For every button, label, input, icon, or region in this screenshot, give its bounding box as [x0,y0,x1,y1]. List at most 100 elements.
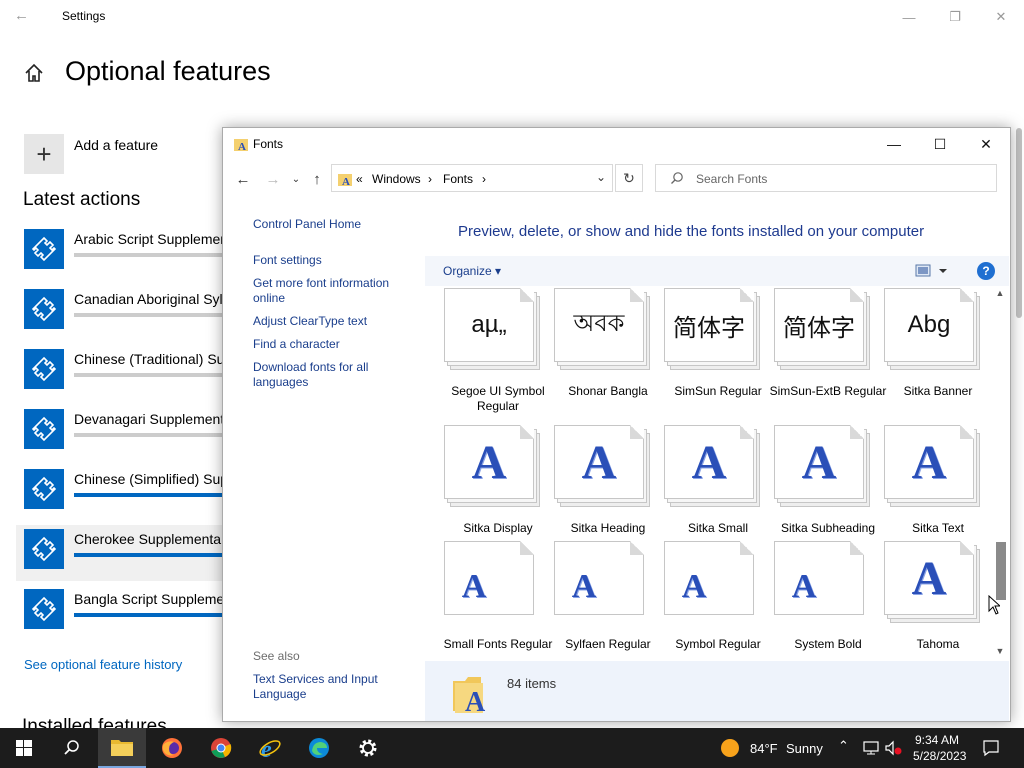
add-feature-button[interactable]: Add a feature [74,137,158,153]
fonts-close-button[interactable]: ✕ [963,131,1009,157]
font-preview: Abg [907,311,951,338]
font-settings-link[interactable]: Font settings [253,253,413,268]
font-preview: A [471,435,507,489]
puzzle-piece-icon [24,529,64,569]
search-taskbar-button[interactable] [48,728,96,768]
windows-logo-icon [16,740,32,756]
control-panel-home-link[interactable]: Control Panel Home [253,217,413,232]
address-fonts-icon: A [338,174,352,187]
chrome-icon [211,738,232,758]
clock-date[interactable]: 5/28/2023 [913,749,966,763]
feature-item[interactable]: Arabic Script Supplemen [16,225,264,281]
latest-actions-heading: Latest actions [23,189,141,210]
back-arrow-icon[interactable]: ← [14,7,34,25]
scroll-down-icon[interactable]: ▼ [993,646,1007,660]
internet-explorer-taskbar-button[interactable]: e [246,728,294,768]
font-thumbnail-icon: A [884,541,982,623]
feature-item[interactable]: Chinese (Simplified) Sup [16,465,264,521]
search-box[interactable]: Search Fonts [655,164,997,192]
fonts-folder-large-icon: A [453,677,486,715]
show-hidden-icons-chevron-icon[interactable]: ⌃ [838,738,849,754]
scroll-thumb[interactable] [996,542,1006,600]
find-character-link[interactable]: Find a character [253,337,413,352]
search-input[interactable]: Search Fonts [696,172,767,186]
address-bar[interactable]: A « Windows › Fonts › ⌄ [331,164,613,192]
volume-muted-icon[interactable] [884,740,902,756]
internet-explorer-icon: e [259,737,281,760]
taskbar: e 84°F Sunny ⌃ 9:34 AM 5/28/2023 [0,728,1024,768]
address-separator-icon[interactable]: › [428,172,432,186]
feature-name: Chinese (Simplified) Sup [74,471,229,487]
puzzle-piece-icon [24,349,64,389]
settings-taskbar-button[interactable] [344,728,392,768]
add-feature-icon[interactable]: + [24,134,64,174]
scroll-up-icon[interactable]: ▲ [993,288,1007,302]
svg-text:A: A [238,141,246,152]
settings-title: Settings [62,9,106,23]
font-thumbnail-icon: A [884,425,982,507]
more-font-info-link[interactable]: Get more font information online [253,276,413,306]
text-services-link[interactable]: Text Services and Input Language [253,672,413,702]
font-thumbnail-icon: aµ„ [444,288,542,370]
chrome-taskbar-button[interactable] [197,728,245,768]
forward-button[interactable]: → [262,168,284,190]
font-thumbnail-icon: A [664,541,762,623]
feature-item[interactable]: Devanagari Supplement [16,405,264,461]
font-preview: A [801,435,837,489]
feature-item[interactable]: Bangla Script Supplemen [16,585,264,641]
font-thumbnail-icon: A [664,425,762,507]
back-button[interactable]: ← [232,168,254,190]
minimize-button[interactable]: — [886,4,932,30]
weather-temperature[interactable]: 84°F [750,741,778,756]
feature-name: Chinese (Traditional) Sup [74,351,233,367]
font-preview: A [791,568,817,605]
address-dropdown-icon[interactable]: ⌄ [596,170,606,184]
organize-button[interactable]: Organize ▾ [443,264,501,278]
start-button[interactable] [0,728,48,768]
address-overflow[interactable]: « [356,172,363,186]
feature-history-link[interactable]: See optional feature history [24,657,182,672]
font-preview: A [691,435,727,489]
address-segment-fonts[interactable]: Fonts [443,172,473,186]
notifications-icon[interactable] [982,739,1000,757]
feature-item[interactable]: Cherokee Supplemental [16,525,264,581]
fonts-minimize-button[interactable]: — [871,131,917,157]
firefox-taskbar-button[interactable] [148,728,196,768]
settings-scrollbar[interactable] [1016,128,1022,318]
puzzle-piece-icon [24,469,64,509]
feature-item[interactable]: Chinese (Traditional) Sup [16,345,264,401]
view-options-icon[interactable] [915,263,949,279]
clock-time[interactable]: 9:34 AM [915,733,959,747]
edge-icon [309,738,329,758]
content-heading: Preview, delete, or show and hide the fo… [458,223,925,240]
gear-icon [359,739,377,757]
home-icon[interactable] [23,62,45,84]
address-separator-icon[interactable]: › [482,172,486,186]
puzzle-piece-icon [24,409,64,449]
feature-item[interactable]: Canadian Aboriginal Syll [16,285,264,341]
recent-locations-chevron-icon[interactable]: ⌄ [285,168,307,190]
network-icon[interactable] [862,740,880,756]
details-pane: A 84 items [425,661,1009,721]
address-segment-windows[interactable]: Windows [372,172,421,186]
font-thumbnail-icon: A [444,425,542,507]
close-button[interactable]: ✕ [978,4,1024,30]
fonts-maximize-button[interactable]: ☐ [917,131,963,157]
cleartype-link[interactable]: Adjust ClearType text [253,314,413,329]
help-icon[interactable]: ? [977,262,995,280]
file-explorer-taskbar-button[interactable] [98,728,146,768]
font-grid: aµ„ Segoe UI Symbol Regular অবক Shonar Bang… [425,288,995,660]
weather-description[interactable]: Sunny [786,741,823,756]
font-preview: A [911,435,947,489]
folder-icon [111,740,133,756]
puzzle-piece-icon [24,589,64,629]
refresh-button[interactable]: ↻ [615,164,643,192]
edge-taskbar-button[interactable] [295,728,343,768]
download-fonts-link[interactable]: Download fonts for all languages [253,360,413,390]
settings-titlebar: ← Settings — ❐ ✕ [0,0,1024,32]
up-button[interactable]: ↑ [306,168,328,190]
font-preview: অবক [573,310,625,337]
restore-button[interactable]: ❐ [932,4,978,30]
content-pane: Preview, delete, or show and hide the fo… [425,200,1009,721]
fonts-window-title: Fonts [253,137,284,151]
